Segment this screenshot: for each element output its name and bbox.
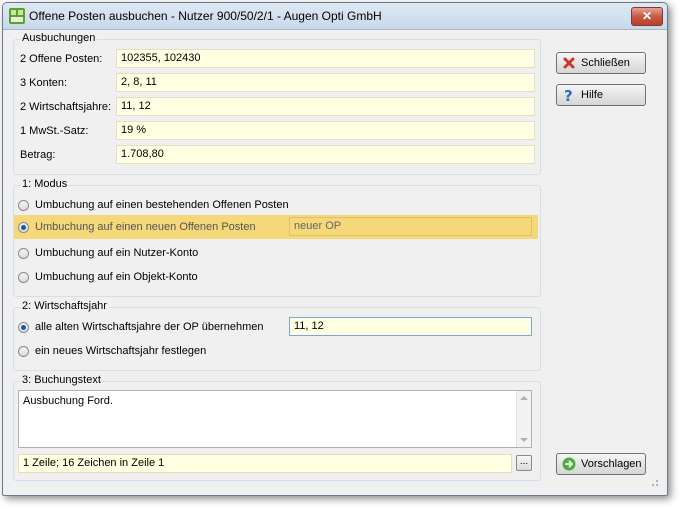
radio-bestehender-op-label[interactable]: Umbuchung auf einen bestehenden Offenen … (35, 199, 289, 211)
radio-nutzer-konto[interactable] (18, 248, 29, 259)
close-icon (563, 57, 575, 69)
scroll-up-icon[interactable] (520, 396, 528, 400)
wirtschaftsjahre-label: 2 Wirtschaftsjahre: (20, 101, 112, 113)
mwst-field[interactable]: 19 % (116, 121, 535, 140)
dialog-window: Offene Posten ausbuchen - Nutzer 900/50/… (2, 2, 668, 496)
wirtschaftsjahr-group: 2: Wirtschaftsjahr alle alten Wirtschaft… (13, 300, 541, 371)
schliessen-label: Schließen (581, 57, 630, 69)
schliessen-button[interactable]: Schließen (556, 52, 646, 74)
radio-alte-wirtschaftsjahre[interactable] (18, 322, 29, 333)
betrag-field[interactable]: 1.708,80 (116, 145, 535, 164)
radio-neues-wirtschaftsjahr-label[interactable]: ein neues Wirtschaftsjahr festlegen (35, 345, 206, 357)
arrow-right-icon (562, 457, 576, 471)
vorschlagen-button[interactable]: Vorschlagen (556, 453, 646, 475)
textarea-scrollbar[interactable] (516, 391, 531, 447)
ausbuchungen-group: Ausbuchungen 2 Offene Posten: 102355, 10… (13, 32, 541, 175)
dialog-content: Ausbuchungen 2 Offene Posten: 102355, 10… (9, 31, 661, 489)
title-bar[interactable]: Offene Posten ausbuchen - Nutzer 900/50/… (3, 3, 667, 30)
window-title: Offene Posten ausbuchen - Nutzer 900/50/… (29, 9, 382, 23)
scroll-down-icon[interactable] (520, 438, 528, 442)
mwst-label: 1 MwSt.-Satz: (20, 125, 89, 137)
buchungstext-status: 1 Zeile; 16 Zeichen in Zeile 1 (18, 454, 512, 473)
konten-field[interactable]: 2, 8, 11 (116, 73, 535, 92)
offene-posten-field[interactable]: 102355, 102430 (116, 49, 535, 68)
hilfe-label: Hilfe (581, 89, 604, 101)
ausbuchungen-title: Ausbuchungen (20, 32, 98, 44)
radio-neuer-op-label[interactable]: Umbuchung auf einen neuen Offenen Posten (35, 221, 256, 233)
svg-text:?: ? (564, 88, 573, 102)
hilfe-button[interactable]: ? Hilfe (556, 84, 646, 106)
buchungstext-title: 3: Buchungstext (20, 374, 103, 386)
close-icon: ✕ (641, 9, 653, 23)
buchungstext-textarea[interactable]: Ausbuchung Ford. (18, 390, 532, 448)
radio-neuer-op[interactable] (18, 222, 29, 233)
app-icon (9, 8, 25, 24)
radio-objekt-konto-label[interactable]: Umbuchung auf ein Objekt-Konto (35, 271, 198, 283)
modus-title: 1: Modus (20, 178, 70, 190)
konten-label: 3 Konten: (20, 77, 68, 89)
offene-posten-label: 2 Offene Posten: (20, 53, 103, 65)
buchungstext-more-button[interactable]: ... (516, 455, 532, 471)
radio-bestehender-op[interactable] (18, 200, 29, 211)
wirtschaftsjahr-field[interactable]: 11, 12 (289, 317, 532, 336)
betrag-label: Betrag: (20, 149, 56, 161)
radio-neues-wirtschaftsjahr[interactable] (18, 346, 29, 357)
radio-nutzer-konto-label[interactable]: Umbuchung auf ein Nutzer-Konto (35, 247, 198, 259)
help-icon: ? (564, 88, 573, 102)
wirtschaftsjahr-title: 2: Wirtschaftsjahr (20, 300, 109, 312)
modus-group: 1: Modus Umbuchung auf einen bestehenden… (13, 178, 541, 297)
wirtschaftsjahre-field[interactable]: 11, 12 (116, 97, 535, 116)
radio-alte-wirtschaftsjahre-label[interactable]: alle alten Wirtschaftsjahre der OP übern… (35, 321, 263, 333)
buchungstext-content: Ausbuchung Ford. (23, 395, 113, 407)
window-close-button[interactable]: ✕ (631, 7, 663, 26)
buchungstext-group: 3: Buchungstext Ausbuchung Ford. 1 Zeile… (13, 374, 541, 481)
neuer-op-field[interactable]: neuer OP (289, 217, 532, 236)
vorschlagen-label: Vorschlagen (581, 458, 642, 470)
radio-objekt-konto[interactable] (18, 272, 29, 283)
resize-grip-icon[interactable] (649, 477, 659, 487)
